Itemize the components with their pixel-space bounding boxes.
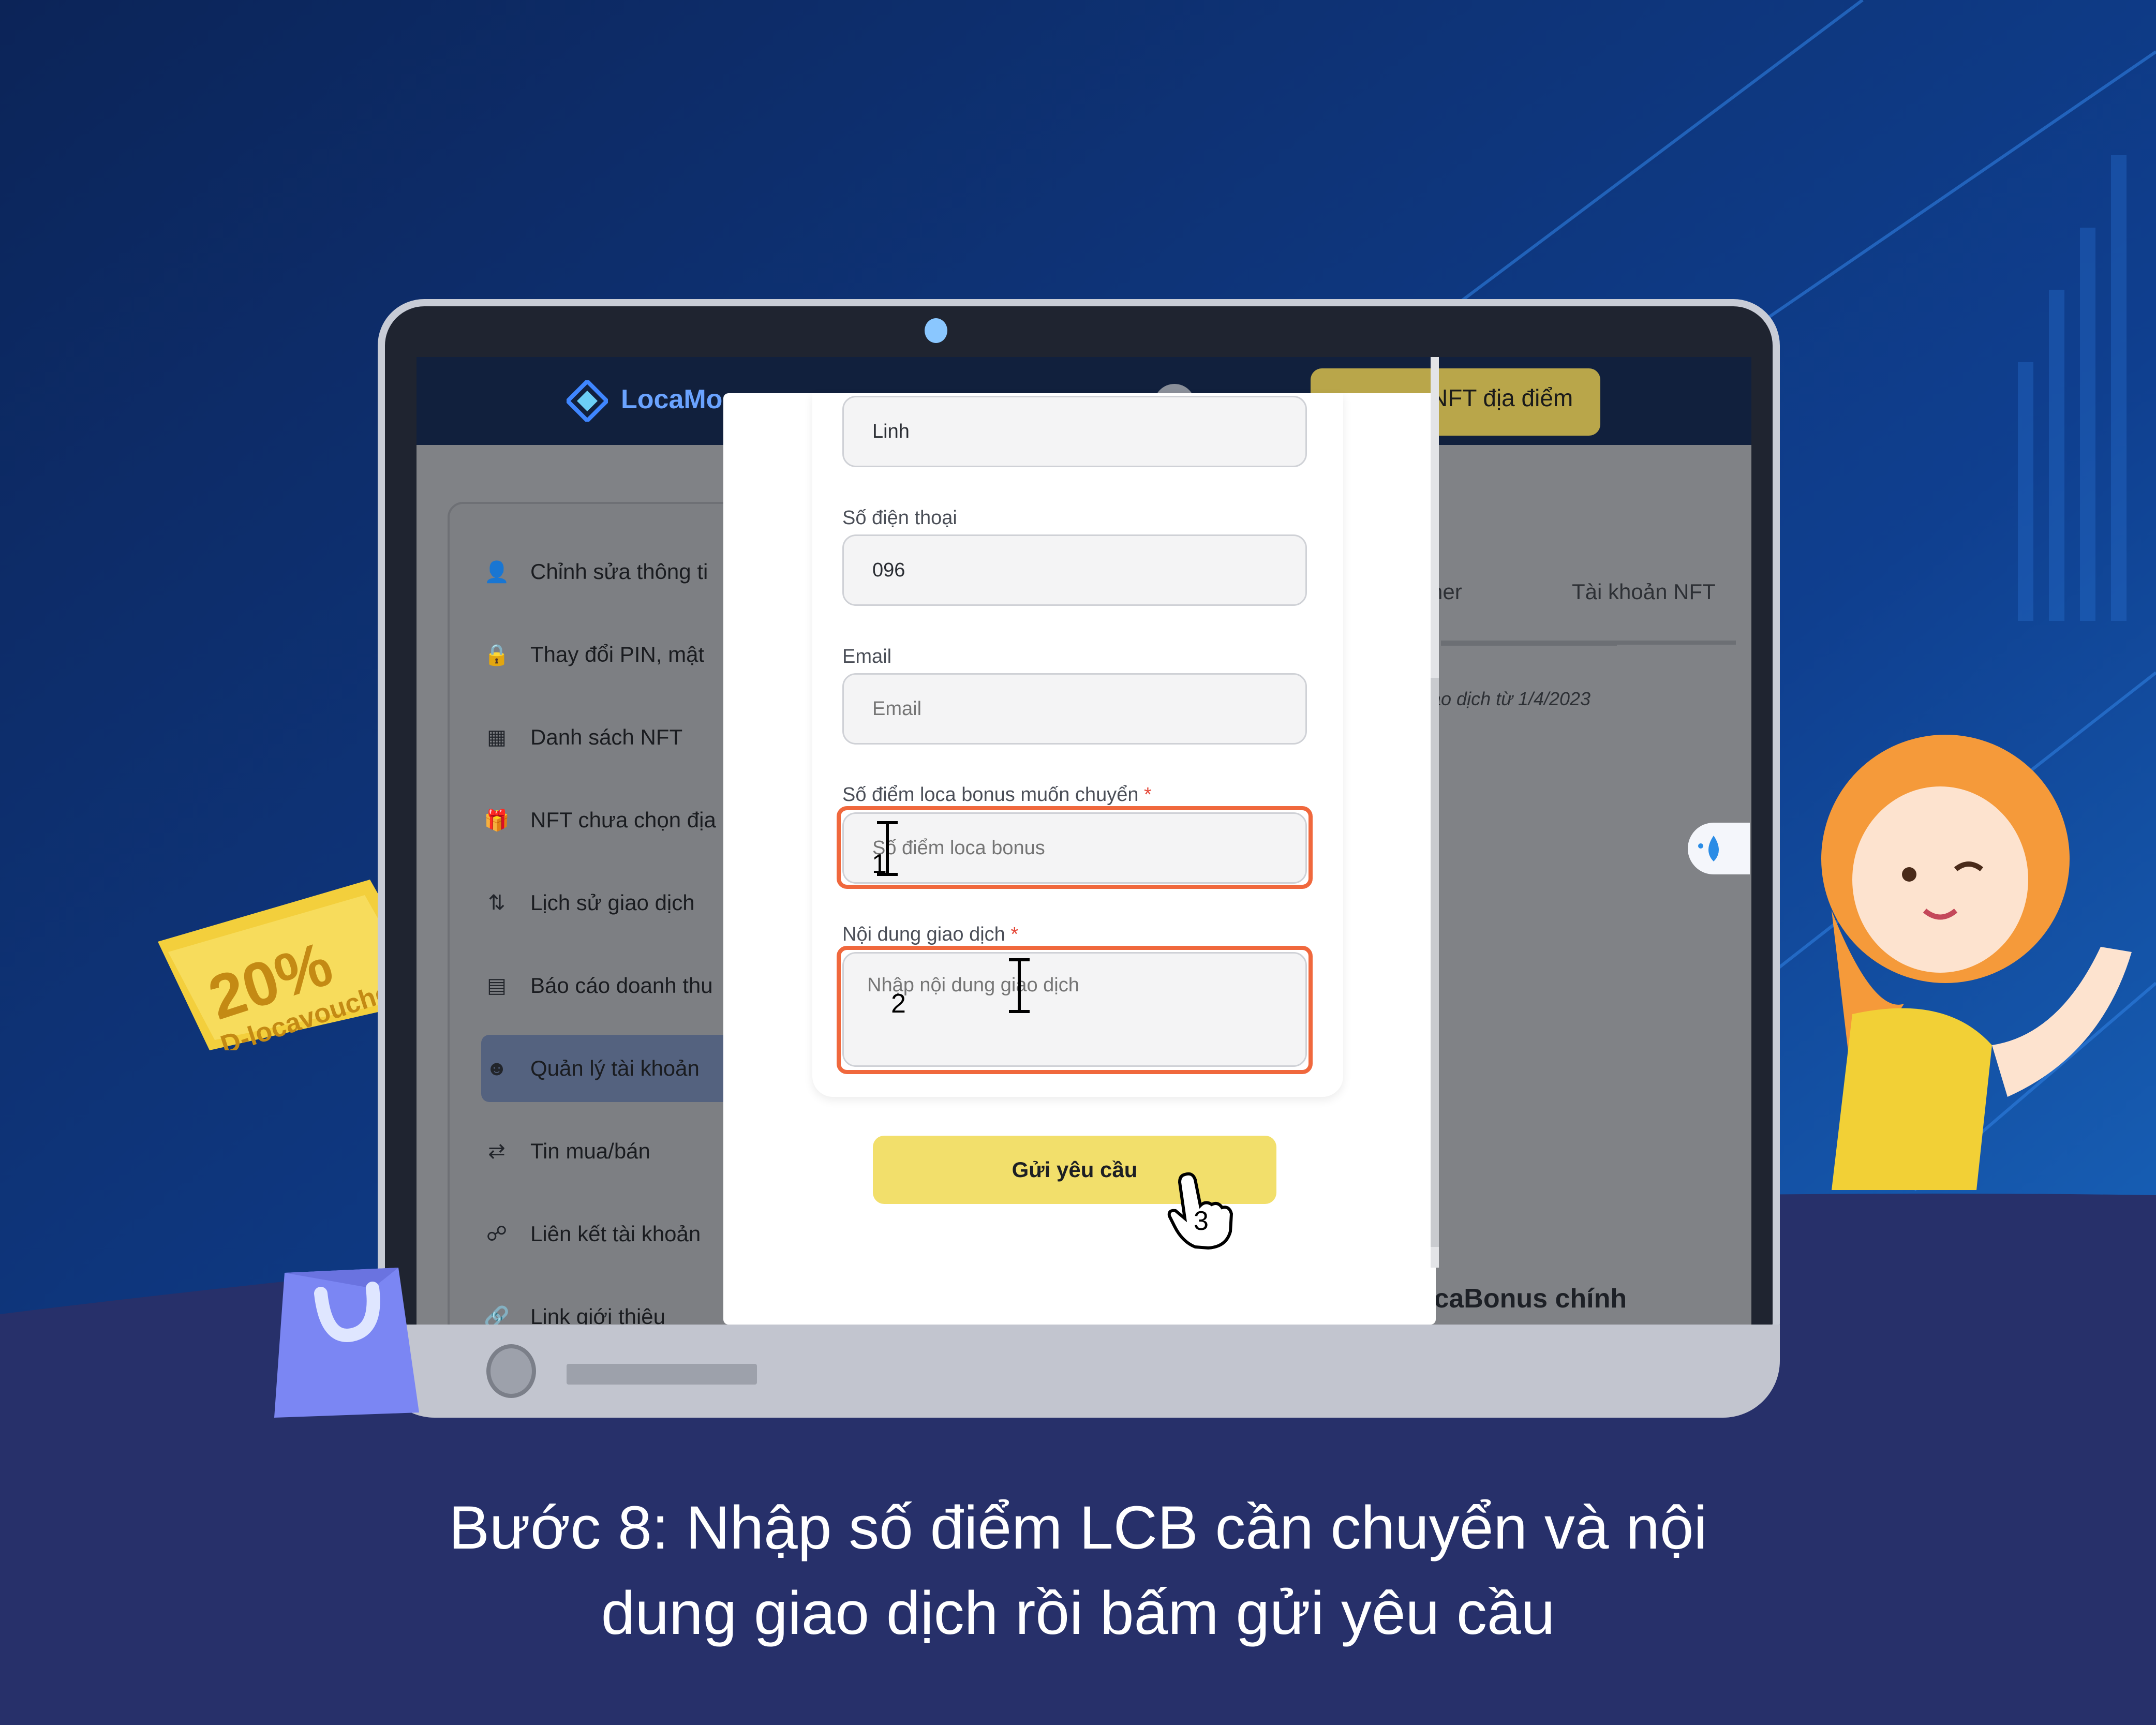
nft-location-button-label: NFT địa điểm — [1431, 384, 1573, 411]
laptop-base-slot — [567, 1364, 757, 1385]
modal-scrollbar-thumb[interactable] — [1431, 678, 1439, 1247]
list-icon: ▦ — [487, 726, 507, 749]
shopping-bag-decoration — [274, 1268, 419, 1418]
points-input[interactable] — [842, 812, 1307, 884]
text-cursor-icon — [1009, 958, 1030, 1013]
sidebar-item-label: Quản lý tài khoản — [530, 1056, 700, 1080]
users-icon: ☻ — [485, 1057, 508, 1080]
email-input[interactable] — [842, 673, 1307, 745]
gift-icon: 🎁 — [484, 809, 510, 832]
sidebar-item-change-pin[interactable]: 🔒 Thay đổi PIN, mật — [484, 631, 704, 678]
sidebar-item-label: Chỉnh sửa thông ti — [530, 559, 708, 584]
sidebar-item-label: Báo cáo doanh thu — [530, 973, 713, 998]
screen: LocaMos NFT địa điểm 👤 Chỉnh sửa thông t… — [417, 357, 1751, 1325]
name-field-value: Linh — [872, 420, 910, 442]
sidebar-item-label: Link giới thiệu — [530, 1304, 666, 1325]
content-textarea[interactable] — [842, 952, 1307, 1067]
tab-nft-account[interactable]: Tài khoản NFT — [1572, 579, 1716, 604]
points-label-text: Số điểm loca bonus muốn chuyển — [842, 784, 1139, 806]
link-icon: 🔗 — [484, 1305, 510, 1325]
sidebar-item-revenue-report[interactable]: ▤ Báo cáo doanh thu — [484, 962, 713, 1009]
logo-text: LocaMos — [621, 384, 738, 414]
content-label: Nội dung giao dịch * — [842, 924, 1018, 946]
floating-action-button[interactable] — [1688, 823, 1750, 874]
phone-label: Số điện thoại — [842, 507, 957, 529]
sidebar-item-link-accounts[interactable]: ☍ Liên kết tài khoản — [484, 1211, 701, 1257]
link-accounts-icon: ☍ — [486, 1223, 508, 1245]
sidebar-item-referral-link[interactable]: 🔗 Link giới thiệu — [484, 1293, 665, 1325]
laptop-power-button — [486, 1344, 536, 1398]
webcam — [925, 318, 947, 343]
tab-underline-inactive — [1617, 641, 1736, 645]
logo-icon — [567, 380, 608, 422]
sidebar-item-buy-sell[interactable]: ⇄ Tin mua/bán — [484, 1128, 650, 1174]
phone-field[interactable]: 096 — [842, 534, 1307, 606]
content-label-text: Nội dung giao dịch — [842, 924, 1005, 945]
sparkle-drop-icon — [1698, 836, 1719, 861]
tab-underline — [1441, 641, 1617, 646]
sidebar-item-edit-profile[interactable]: 👤 Chỉnh sửa thông ti — [484, 548, 708, 595]
sidebar-item-label: Danh sách NFT — [530, 725, 683, 749]
sidebar-item-label: Liên kết tài khoản — [530, 1222, 701, 1246]
email-label: Email — [842, 646, 892, 667]
step-3-marker: 3 — [1194, 1206, 1209, 1236]
user-icon: 👤 — [484, 560, 510, 584]
points-label: Số điểm loca bonus muốn chuyển * — [842, 784, 1152, 806]
swap-horizontal-icon: ⇄ — [488, 1140, 505, 1163]
sidebar-item-label: Lịch sử giao dịch — [530, 890, 695, 915]
required-mark: * — [1010, 924, 1019, 945]
name-field[interactable]: Linh — [842, 396, 1307, 467]
phone-field-value: 096 — [872, 559, 905, 581]
step-2-marker: 2 — [891, 989, 906, 1019]
sidebar-item-nft-list[interactable]: ▦ Danh sách NFT — [484, 714, 682, 761]
caption-line-2: dung giao dịch rồi bấm gửi yêu cầu — [601, 1579, 1555, 1647]
required-mark: * — [1144, 784, 1152, 806]
sidebar-item-label: Thay đổi PIN, mật — [530, 642, 705, 666]
sidebar-item-transaction-history[interactable]: ⇅ Lịch sử giao dịch — [484, 880, 695, 926]
transaction-note: ao dịch từ 1/4/2023 — [1431, 688, 1591, 709]
report-icon: ▤ — [487, 974, 507, 997]
sidebar-item-label: NFT chưa chọn địa — [530, 808, 716, 832]
step-1-marker: 1 — [872, 849, 887, 879]
lock-icon: 🔒 — [484, 643, 510, 666]
character-illustration — [1821, 735, 2132, 1190]
sidebar-item-label: Tin mua/bán — [530, 1139, 650, 1163]
sidebar-item-nft-unassigned[interactable]: 🎁 NFT chưa chọn địa — [484, 797, 716, 843]
sidebar-item-account-management[interactable]: ☻ Quản lý tài khoản — [484, 1045, 700, 1092]
swap-vertical-icon: ⇅ — [488, 891, 505, 914]
caption-line-1: Bước 8: Nhập số điểm LCB cần chuyển và n… — [449, 1494, 1707, 1562]
